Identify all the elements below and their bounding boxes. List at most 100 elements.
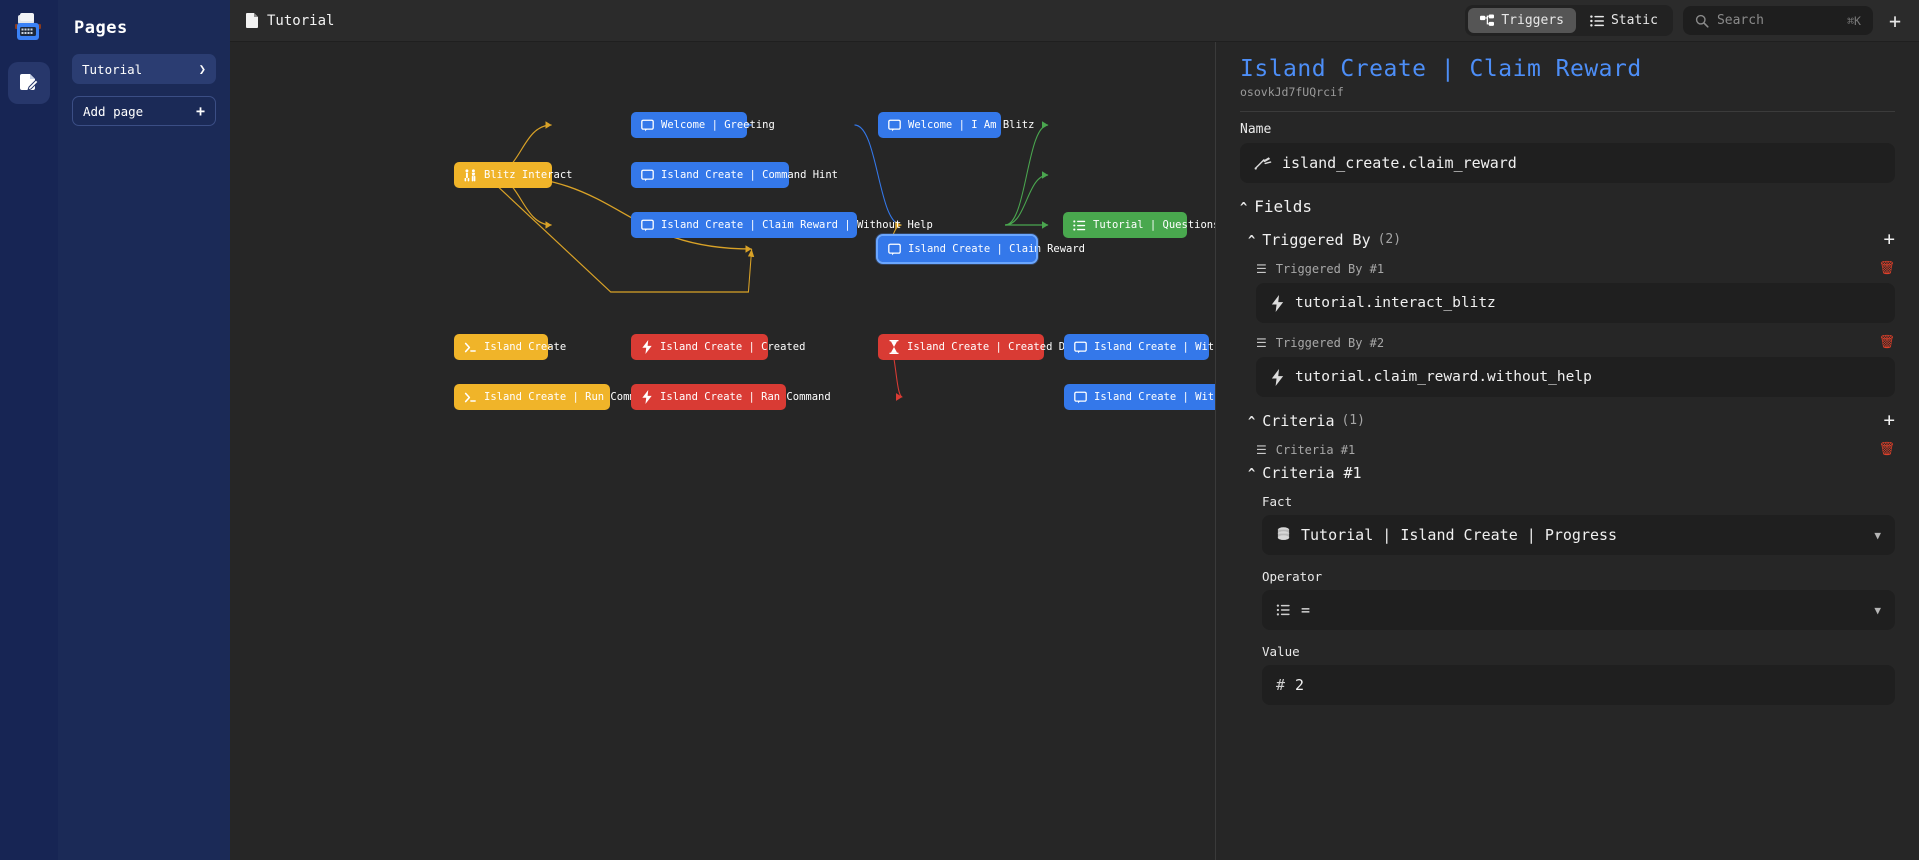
flow-node-island-created[interactable]: Island Create | Created	[631, 334, 805, 360]
dialogue-icon	[641, 169, 654, 182]
flow-node-island-claim-reward[interactable]: Island Create | Claim Reward	[876, 234, 1085, 264]
flow-node-welcome-greeting[interactable]: Welcome | Greeting	[631, 112, 775, 138]
page-edit-icon	[20, 74, 39, 91]
criteria-item-label: Criteria #1	[1275, 442, 1356, 457]
flow-node-label: Island Create | Run Command	[484, 391, 655, 403]
triggered-by-section-header[interactable]: ^ Triggered By (2) +	[1240, 230, 1895, 249]
operator-select[interactable]: = ▼	[1262, 590, 1895, 630]
add-page-label: Add page	[83, 103, 144, 119]
name-value: island_create.claim_reward	[1282, 154, 1517, 172]
file-icon	[246, 13, 258, 28]
add-triggered-by-button[interactable]: +	[1884, 230, 1895, 249]
hourglass-icon	[888, 340, 900, 354]
criteria-label: Criteria	[1262, 411, 1335, 430]
flow-node-island-ran-command[interactable]: Island Create | Ran Command	[631, 384, 831, 410]
triggers-icon	[1480, 13, 1495, 26]
flow-node-island-with-help[interactable]: Island Create | With Help	[1064, 334, 1215, 360]
list-icon	[1276, 604, 1290, 616]
tab-triggers[interactable]: Triggers	[1468, 8, 1576, 33]
triggered-by-item-header: ☰ Triggered By #1 🗑	[1240, 261, 1895, 276]
main-column: Tutorial Triggers Static Search ⌘K + Bli…	[230, 0, 1919, 860]
flow-node-blitz-interact[interactable]: Blitz Interact	[454, 162, 573, 188]
triggered-by-value-field[interactable]: tutorial.interact_blitz	[1256, 283, 1895, 323]
flow-node-island-create-cmd[interactable]: Island Create	[454, 334, 566, 360]
triggered-by-item-header: ☰ Triggered By #2 🗑	[1240, 335, 1895, 350]
inspector-panel: Island Create | Claim Reward osovkJd7fUQ…	[1215, 42, 1919, 860]
fields-label: Fields	[1254, 197, 1313, 216]
fact-value: Tutorial | Island Create | Progress	[1301, 526, 1618, 544]
list-icon	[1590, 14, 1604, 27]
delete-icon[interactable]: 🗑	[1878, 335, 1895, 350]
app-logo[interactable]	[8, 8, 50, 50]
bolt-icon	[641, 390, 653, 404]
drag-handle-icon[interactable]: ☰	[1256, 262, 1267, 276]
npc-icon	[464, 168, 477, 182]
search-icon	[1695, 14, 1709, 28]
search-shortcut: ⌘K	[1847, 13, 1861, 28]
add-button[interactable]: +	[1883, 11, 1907, 31]
flow-node-tutorial-questions[interactable]: Tutorial | Questions	[1063, 212, 1215, 238]
dialogue-icon	[641, 219, 654, 232]
bolt-icon	[641, 340, 653, 354]
chevron-down-icon: ▼	[1874, 603, 1881, 617]
value-value: 2	[1295, 676, 1305, 694]
chevron-up-icon: ^	[1240, 199, 1248, 214]
triggered-by-value-field[interactable]: tutorial.claim_reward.without_help	[1256, 357, 1895, 397]
inspector-title: Island Create | Claim Reward	[1240, 56, 1642, 82]
document-title-text: Tutorial	[267, 12, 335, 29]
tab-triggers-label: Triggers	[1501, 13, 1564, 28]
criteria-count: (1)	[1341, 413, 1365, 428]
inspector-node-id: osovkJd7fUQrcif	[1240, 85, 1344, 99]
flow-node-island-without-help[interactable]: Island Create | Without Help	[1064, 384, 1215, 410]
flow-node-island-run-command-amber[interactable]: Island Create | Run Command	[454, 384, 655, 410]
hash-icon: #	[1276, 676, 1286, 694]
sidebar-item-tutorial[interactable]: Tutorial ❯	[72, 54, 216, 84]
dialogue-icon	[641, 119, 654, 132]
tab-static-label: Static	[1610, 13, 1658, 28]
operator-value: =	[1301, 601, 1311, 619]
flow-node-label: Tutorial | Questions	[1093, 219, 1215, 231]
tab-static[interactable]: Static	[1578, 8, 1670, 33]
sidebar-title: Pages	[74, 18, 128, 38]
dialogue-icon	[1074, 391, 1087, 404]
fact-select[interactable]: Tutorial | Island Create | Progress ▼	[1262, 515, 1895, 555]
plus-icon: +	[195, 101, 205, 120]
chevron-right-icon: ❯	[198, 62, 206, 76]
drag-handle-icon[interactable]: ☰	[1256, 336, 1267, 350]
flow-node-welcome-i-am-blitz[interactable]: Welcome | I Am Blitz	[878, 112, 1034, 138]
value-field[interactable]: # 2	[1262, 665, 1895, 705]
add-criteria-button[interactable]: +	[1884, 411, 1895, 430]
fact-label: Fact	[1262, 494, 1293, 509]
database-icon	[1277, 527, 1290, 540]
search-box[interactable]: Search ⌘K	[1682, 6, 1873, 35]
name-label: Name	[1240, 122, 1272, 137]
add-page-button[interactable]: Add page +	[72, 96, 216, 126]
page-editor-button[interactable]	[8, 62, 50, 104]
terminal-icon	[464, 391, 477, 404]
value-label: Value	[1262, 644, 1300, 659]
flow-edge	[1005, 171, 1049, 226]
list-icon	[1073, 219, 1086, 232]
terminal-icon	[464, 341, 477, 354]
drag-handle-icon[interactable]: ☰	[1256, 443, 1267, 457]
document-title: Tutorial	[246, 13, 334, 29]
name-field[interactable]: island_create.claim_reward	[1240, 143, 1895, 183]
flow-node-label: Blitz Interact	[484, 169, 573, 181]
flow-node-claim-reward-without-help[interactable]: Island Create | Claim Reward | Without H…	[631, 212, 933, 238]
dialogue-icon	[888, 243, 901, 256]
triggered-by-item-label: Triggered By #2	[1275, 335, 1385, 350]
flow-node-label: Welcome | I Am Blitz	[908, 119, 1035, 131]
criteria-group-header[interactable]: ^ Criteria #1	[1240, 464, 1895, 482]
criteria-section-header[interactable]: ^ Criteria (1) +	[1240, 411, 1895, 430]
flow-canvas[interactable]: Blitz Interact Welcome | Greeting Island C…	[230, 42, 1215, 860]
node-type-icon	[1254, 157, 1272, 170]
fields-section-header[interactable]: ^ Fields	[1240, 197, 1895, 216]
flow-node-island-created-delay[interactable]: Island Create | Created Delay	[878, 334, 1090, 360]
search-placeholder: Search	[1716, 13, 1764, 28]
view-mode-segmented: Triggers Static	[1465, 5, 1673, 36]
flow-node-island-command-hint[interactable]: Island Create | Command Hint	[631, 162, 838, 188]
dialogue-icon	[888, 119, 901, 132]
delete-icon[interactable]: 🗑	[1878, 261, 1895, 276]
delete-icon[interactable]: 🗑	[1878, 442, 1895, 457]
sidebar-item-label: Tutorial	[82, 61, 143, 77]
